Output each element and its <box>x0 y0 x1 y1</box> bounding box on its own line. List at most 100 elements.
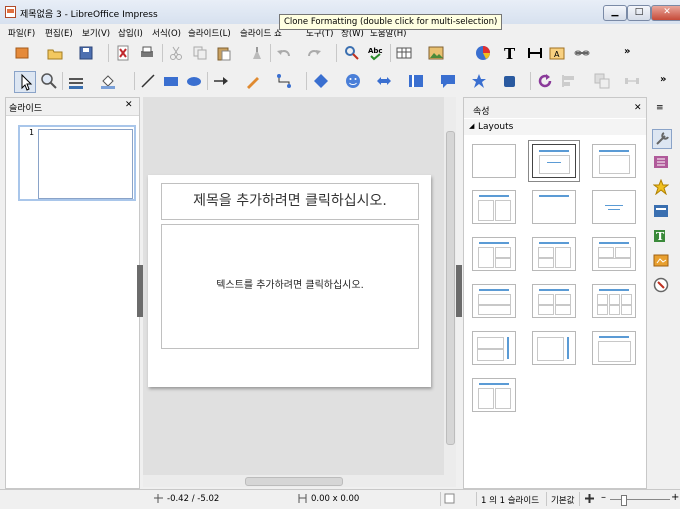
new-document-icon[interactable] <box>14 45 30 61</box>
vertical-scrollbar-thumb[interactable] <box>446 131 455 445</box>
menu-view[interactable]: 보기(V) <box>82 27 110 39</box>
fit-slide-icon[interactable] <box>584 493 595 504</box>
print-icon[interactable] <box>139 45 155 61</box>
layout-title-4-content[interactable] <box>532 284 576 318</box>
gallery-deck-icon[interactable] <box>653 252 669 268</box>
arrange-icon[interactable] <box>594 73 610 89</box>
rectangle-icon[interactable] <box>163 73 179 89</box>
basic-shapes-icon[interactable] <box>313 73 329 89</box>
symbol-shapes-icon[interactable] <box>345 73 361 89</box>
insert-table-icon[interactable] <box>396 45 412 61</box>
slide-canvas[interactable]: 제목을 추가하려면 클릭하십시오. 텍스트를 추가하려면 클릭하십시오. <box>148 175 431 387</box>
properties-deck-icon[interactable] <box>652 129 672 149</box>
layout-title-content-2-content[interactable] <box>532 237 576 271</box>
horizontal-scrollbar-thumb[interactable] <box>245 477 343 486</box>
flowchart-icon[interactable] <box>408 73 424 89</box>
title-placeholder[interactable]: 제목을 추가하려면 클릭하십시오. <box>161 183 419 220</box>
redo-icon[interactable] <box>306 45 322 61</box>
3d-objects-icon[interactable] <box>502 73 518 89</box>
layout-title-2-content-over[interactable] <box>592 237 636 271</box>
zoom-in-button[interactable]: + <box>671 492 679 503</box>
content-placeholder[interactable]: 텍스트를 추가하려면 클릭하십시오. <box>161 224 419 349</box>
styles-deck-icon[interactable]: T <box>653 228 669 244</box>
insert-textbox-icon[interactable]: T <box>502 45 518 61</box>
fill-color-icon[interactable] <box>100 73 116 89</box>
slide-transition-deck-icon[interactable] <box>653 154 669 170</box>
curves-icon[interactable] <box>245 73 261 89</box>
layouts-collapse-icon[interactable]: ◢ <box>469 122 474 130</box>
block-arrows-icon[interactable] <box>376 73 392 89</box>
layouts-section-header[interactable]: ◢ Layouts <box>464 119 646 135</box>
close-window-button[interactable]: ✕ <box>651 5 680 21</box>
insert-special-character-icon[interactable] <box>527 45 543 61</box>
callouts-icon[interactable] <box>440 73 456 89</box>
sidebar-menu-button[interactable]: ≡ <box>656 103 664 113</box>
align-objects-icon[interactable] <box>561 73 577 89</box>
navigator-deck-icon[interactable] <box>653 277 669 293</box>
insert-image-icon[interactable] <box>428 45 444 61</box>
ellipse-icon[interactable] <box>186 73 202 89</box>
layout-title-only-top[interactable] <box>592 144 636 178</box>
layout-blank[interactable] <box>472 144 516 178</box>
layout-title-vertical-2-content[interactable] <box>472 378 516 412</box>
layout-title-content-over-content[interactable] <box>472 284 516 318</box>
layout-title-2-content[interactable] <box>472 190 516 224</box>
rotate-icon[interactable] <box>537 73 553 89</box>
find-replace-icon[interactable] <box>344 45 360 61</box>
connectors-icon[interactable] <box>276 73 292 89</box>
layout-title-only[interactable] <box>532 190 576 224</box>
line-color-icon[interactable] <box>68 73 84 89</box>
master-slides-deck-icon[interactable] <box>653 203 669 219</box>
animation-deck-icon[interactable] <box>653 179 669 195</box>
zoom-slider-thumb[interactable] <box>621 495 627 506</box>
minimize-button[interactable]: ▁ <box>603 5 627 21</box>
layout-vertical-title-text[interactable] <box>472 331 516 365</box>
insert-fontwork-icon[interactable]: A <box>549 45 565 61</box>
drawing-toolbar-more-button[interactable]: » <box>660 74 666 85</box>
zoom-slider-track[interactable] <box>610 499 670 500</box>
hyperlink-icon[interactable] <box>574 45 590 61</box>
line-icon[interactable] <box>140 73 156 89</box>
menu-slide[interactable]: 슬라이드(L) <box>188 27 231 39</box>
stars-icon[interactable] <box>471 73 487 89</box>
zoom-out-button[interactable]: – <box>601 492 606 503</box>
menu-insert[interactable]: 삽입(I) <box>118 27 143 39</box>
insert-chart-icon[interactable] <box>475 45 491 61</box>
menu-edit[interactable]: 편집(E) <box>45 27 73 39</box>
object-size: 0.00 x 0.00 <box>311 494 360 504</box>
save-icon[interactable] <box>78 45 94 61</box>
sidebar-collapse-handle[interactable] <box>456 265 462 317</box>
paste-icon[interactable] <box>216 45 232 61</box>
zoom-icon[interactable] <box>41 73 57 89</box>
distribute-icon[interactable] <box>624 73 640 89</box>
menu-slideshow[interactable]: 슬라이드 쇼 <box>240 27 282 39</box>
menu-format[interactable]: 서식(O) <box>152 27 181 39</box>
properties-title: 속성 <box>473 107 490 117</box>
slide-thumbnail[interactable]: 1 <box>18 125 136 201</box>
maximize-button[interactable]: □ <box>627 5 651 21</box>
layout-title-vertical-text[interactable] <box>592 331 636 365</box>
clone-formatting-icon[interactable] <box>249 45 265 61</box>
layout-title-content[interactable] <box>532 144 576 178</box>
cut-icon[interactable] <box>168 45 184 61</box>
standard-toolbar: Abc T A » <box>0 40 680 66</box>
layout-centered-text[interactable] <box>592 190 636 224</box>
properties-panel: 속성 ✕ ◢ Layouts <box>463 97 647 489</box>
layout-vertical-title-chart[interactable] <box>532 331 576 365</box>
slides-pane-close-button[interactable]: ✕ <box>125 100 133 110</box>
select-arrow-icon[interactable] <box>14 71 36 93</box>
impress-app-icon <box>5 6 16 18</box>
undo-icon[interactable] <box>276 45 292 61</box>
export-pdf-icon[interactable] <box>115 45 131 61</box>
copy-icon[interactable] <box>192 45 208 61</box>
layout-title-6-content[interactable] <box>592 284 636 318</box>
spellcheck-icon[interactable]: Abc <box>368 45 384 61</box>
menu-file[interactable]: 파일(F) <box>8 27 35 39</box>
vertical-scrollbar[interactable] <box>444 97 456 475</box>
layout-title-2-content-stack[interactable] <box>472 237 516 271</box>
properties-close-button[interactable]: ✕ <box>634 103 642 113</box>
horizontal-scrollbar[interactable] <box>143 475 456 487</box>
open-folder-icon[interactable] <box>47 45 63 61</box>
toolbar-more-button[interactable]: » <box>624 46 630 57</box>
lines-arrows-icon[interactable] <box>213 73 229 89</box>
